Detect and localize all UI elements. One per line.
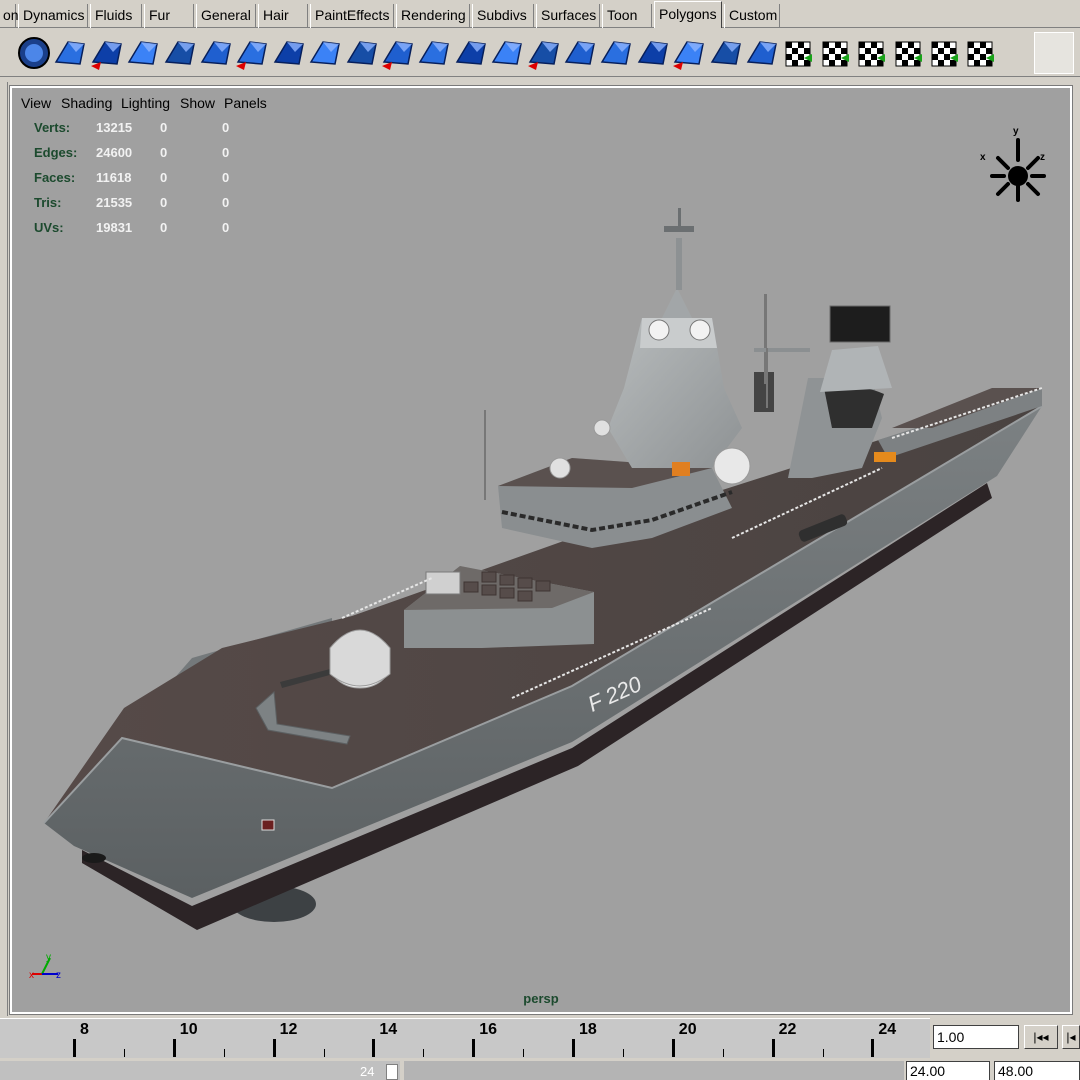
bevel-icon[interactable] xyxy=(378,32,418,74)
panel-menu-bar: View Shading Lighting Show Panels xyxy=(12,88,1070,116)
timeline-tick-label: 16 xyxy=(479,1021,497,1038)
perspective-viewport[interactable]: F 220 View Shading Lighting Show Panels … xyxy=(9,85,1073,1015)
svg-text:z: z xyxy=(1040,152,1045,163)
timeline-tick-minor xyxy=(123,1049,125,1057)
menu-lighting[interactable]: Lighting xyxy=(121,95,170,111)
timeline-tick-major xyxy=(372,1039,376,1057)
tab-fluids[interactable]: Fluids xyxy=(90,4,142,28)
timeline-tick-minor xyxy=(822,1049,824,1057)
timeline-tick-minor xyxy=(523,1049,525,1057)
menu-show[interactable]: Show xyxy=(180,95,215,111)
range-start-label: 24 xyxy=(360,1064,375,1079)
mirror-icon[interactable] xyxy=(706,32,746,74)
tab-rendering[interactable]: Rendering xyxy=(396,4,470,28)
timeline-tick-minor xyxy=(423,1049,425,1057)
timeline-tick-minor xyxy=(223,1049,225,1057)
timeline-tick-label: 8 xyxy=(80,1021,89,1038)
current-frame-field[interactable]: 1.00 xyxy=(933,1025,1019,1049)
timeline-tick-minor xyxy=(323,1049,325,1057)
timeline-tick-label: 10 xyxy=(179,1021,198,1038)
radar-array xyxy=(829,305,891,343)
tab-subdivs[interactable]: Subdivs xyxy=(472,4,534,28)
split-edge-icon[interactable] xyxy=(560,32,600,74)
rewind-button[interactable]: |◂◂ xyxy=(1024,1025,1058,1049)
tab-hair[interactable]: Hair xyxy=(258,4,308,28)
tab-custom[interactable]: Custom xyxy=(724,4,780,28)
tab-painteffects[interactable]: PaintEffects xyxy=(310,4,394,28)
range-slider-left[interactable] xyxy=(0,1061,400,1080)
axis-gizmo-icon: x y z xyxy=(29,952,61,981)
range-slider-handle[interactable] xyxy=(386,1064,398,1080)
append-polygon-icon[interactable] xyxy=(451,32,491,74)
extrude-edge-icon[interactable] xyxy=(342,32,382,74)
shelf-tab-bar: on Dynamics Fluids Fur General Hair Pain… xyxy=(0,0,1080,28)
timeline-tick-major xyxy=(771,1039,775,1057)
collapse-icon[interactable] xyxy=(524,32,564,74)
timeline-tick-label: 14 xyxy=(379,1021,398,1038)
svg-text:z: z xyxy=(56,970,61,981)
split-polygon-icon[interactable] xyxy=(305,32,345,74)
planar-map-icon[interactable] xyxy=(778,32,818,74)
automatic-map-icon[interactable] xyxy=(815,32,855,74)
uv-texture-editor-icon[interactable] xyxy=(960,32,1000,74)
polygon-shelf xyxy=(0,29,1080,77)
wedge-face-icon[interactable] xyxy=(414,32,454,74)
timeline-tick-major xyxy=(272,1039,276,1057)
poly-cylinder-icon[interactable] xyxy=(14,32,54,74)
cylindrical-map-icon[interactable] xyxy=(851,32,891,74)
menu-view[interactable]: View xyxy=(21,95,51,111)
svg-text:y: y xyxy=(46,952,51,963)
timeline-tick-label: 24 xyxy=(878,1021,897,1038)
poke-face-icon[interactable] xyxy=(633,32,673,74)
tab-general[interactable]: General xyxy=(196,4,256,28)
timeline-tick-label: 12 xyxy=(279,1021,298,1038)
view-compass-icon[interactable]: y x z xyxy=(978,124,1050,204)
separate-icon[interactable] xyxy=(160,32,200,74)
merge-vertices-icon[interactable] xyxy=(487,32,527,74)
smooth-proxy-icon[interactable] xyxy=(232,32,272,74)
step-back-button[interactable]: |◂ xyxy=(1062,1025,1080,1049)
timeline-tick-label: 22 xyxy=(778,1021,797,1038)
camera-name-label: persp xyxy=(523,991,559,1006)
left-toolbox-edge xyxy=(0,82,8,1016)
timeline-tick-major xyxy=(172,1039,176,1057)
sculpt-icon[interactable] xyxy=(742,32,782,74)
tab-surfaces[interactable]: Surfaces xyxy=(536,4,600,28)
time-slider[interactable]: 8 10 12 14 16 18 20 22 24 xyxy=(0,1018,930,1058)
poly-sphere-icon[interactable] xyxy=(50,32,90,74)
timeline-tick-major xyxy=(671,1039,675,1057)
range-slider-track[interactable] xyxy=(404,1061,904,1080)
timeline-tick-major xyxy=(871,1039,875,1057)
timeline-tick-major xyxy=(472,1039,476,1057)
timeline-tick-label: 20 xyxy=(678,1021,697,1038)
spherical-map-icon[interactable] xyxy=(888,32,928,74)
max-time-field[interactable]: 48.00 xyxy=(994,1061,1080,1080)
cut-faces-icon[interactable] xyxy=(596,32,636,74)
end-time-field[interactable]: 24.00 xyxy=(906,1061,990,1080)
poly-cube-group-icon[interactable] xyxy=(87,32,127,74)
subdivide-icon[interactable] xyxy=(669,32,709,74)
combine-icon[interactable] xyxy=(123,32,163,74)
timeline-tick-minor xyxy=(722,1049,724,1057)
tab-polygons[interactable]: Polygons xyxy=(654,1,722,28)
tab-animation[interactable]: on xyxy=(0,4,19,28)
timeline-tick-label: 18 xyxy=(579,1021,597,1038)
timeline-tick-major xyxy=(73,1039,76,1057)
extrude-face-icon[interactable] xyxy=(269,32,309,74)
svg-text:x: x xyxy=(980,152,986,163)
timeline-tick-major xyxy=(572,1039,575,1057)
tab-dynamics[interactable]: Dynamics xyxy=(18,4,88,28)
menu-panels[interactable]: Panels xyxy=(224,95,267,111)
tab-fur[interactable]: Fur xyxy=(144,4,194,28)
menu-shading[interactable]: Shading xyxy=(61,95,112,111)
frigate-model[interactable]: F 220 xyxy=(12,88,1070,1012)
maya-window: on Dynamics Fluids Fur General Hair Pain… xyxy=(0,0,1080,1080)
tab-toon[interactable]: Toon xyxy=(602,4,652,28)
svg-text:x: x xyxy=(29,970,34,981)
svg-text:y: y xyxy=(1013,126,1019,137)
empty-shelf-slot[interactable] xyxy=(1034,32,1074,74)
uv-layout-icon[interactable] xyxy=(924,32,964,74)
timeline-tick-minor xyxy=(622,1049,624,1057)
poly-cube-icon[interactable] xyxy=(196,32,236,74)
